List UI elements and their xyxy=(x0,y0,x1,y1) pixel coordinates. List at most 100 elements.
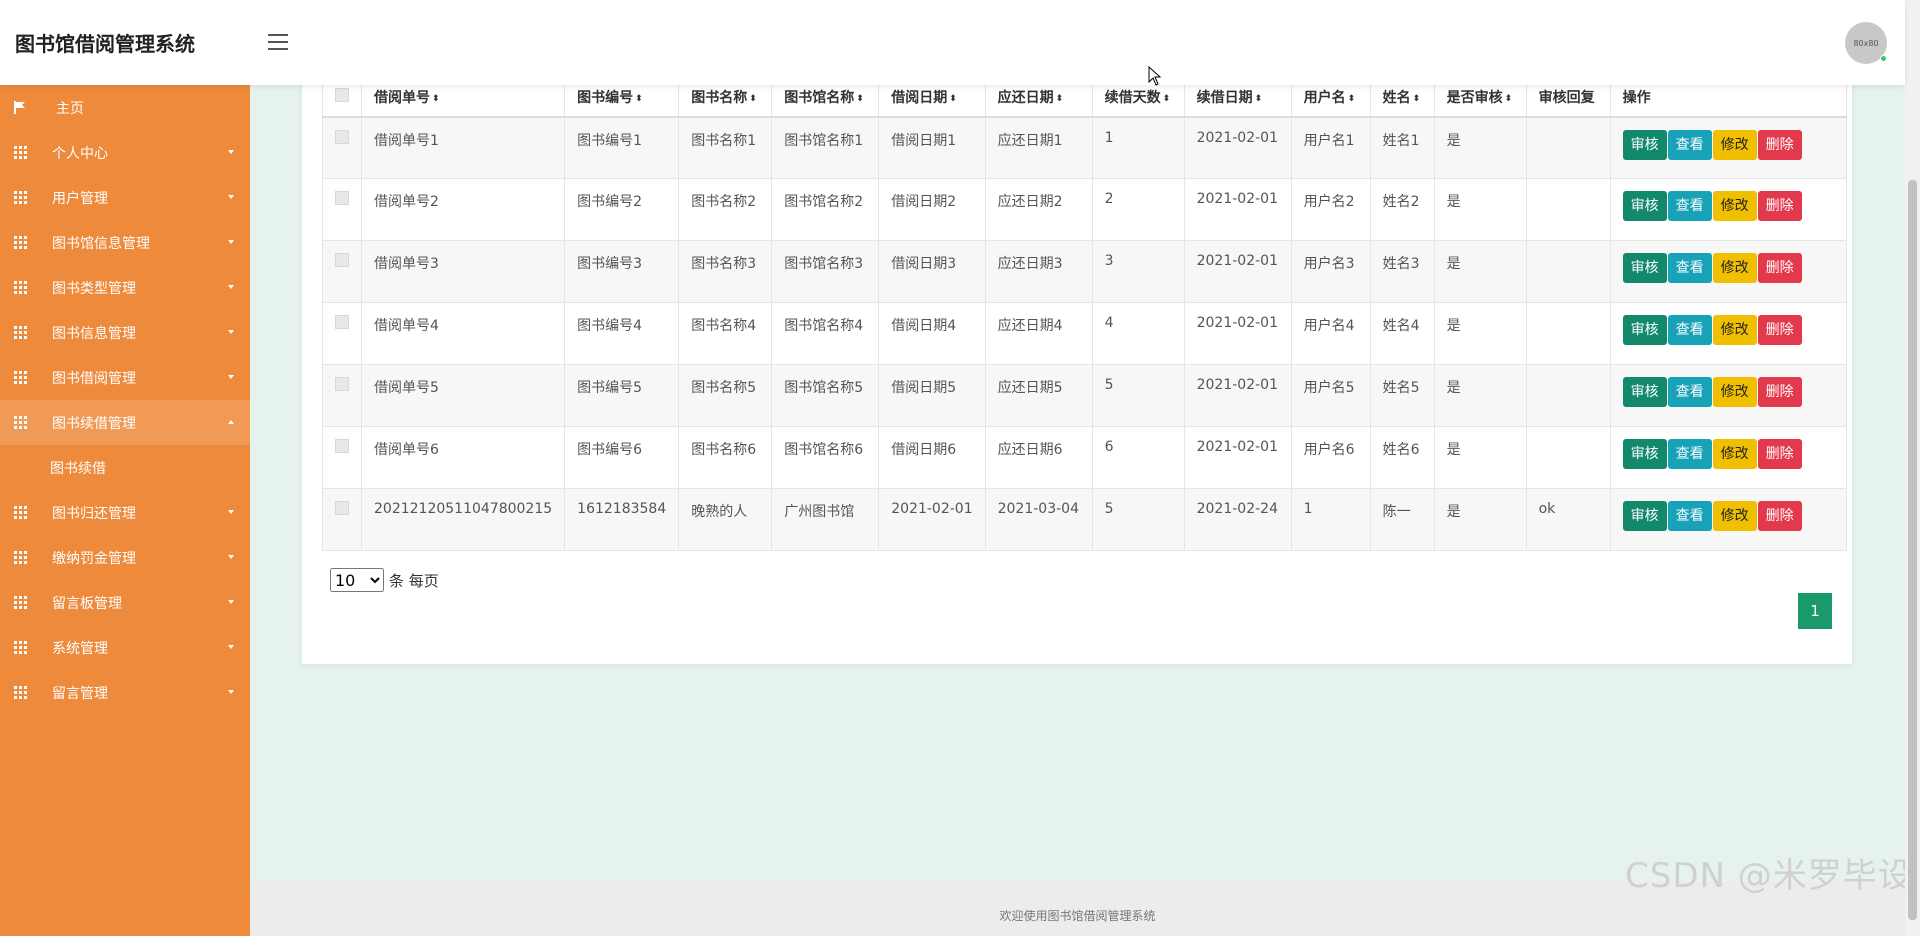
sort-icon[interactable]: ⬍ xyxy=(432,94,440,104)
audit-button[interactable]: 审核 xyxy=(1622,191,1667,221)
row-checkbox[interactable] xyxy=(335,501,349,515)
sidebar-item-11[interactable]: 系统管理 xyxy=(0,625,250,670)
chevron-down-icon xyxy=(228,510,234,514)
chevron-down-icon xyxy=(228,330,234,334)
sort-icon[interactable]: ⬍ xyxy=(1413,94,1421,104)
edit-button[interactable]: 修改 xyxy=(1712,377,1757,407)
row-actions: 审核 查看 修改 删除 xyxy=(1609,178,1847,241)
sort-icon[interactable]: ⬍ xyxy=(1163,94,1171,104)
row-select-cell[interactable] xyxy=(322,488,362,551)
table-cell: 2021-02-01 xyxy=(1183,364,1292,427)
sort-icon[interactable]: ⬍ xyxy=(856,94,864,104)
flag-icon xyxy=(14,101,25,114)
view-button[interactable]: 查看 xyxy=(1667,191,1712,221)
table-cell: 2021-02-01 xyxy=(1183,178,1292,241)
delete-button[interactable]: 删除 xyxy=(1757,129,1802,160)
row-select-cell[interactable] xyxy=(322,302,362,365)
column-header-label: 用户名 xyxy=(1303,90,1346,107)
row-checkbox[interactable] xyxy=(335,439,349,453)
sidebar-item-2[interactable]: 用户管理 xyxy=(0,175,250,220)
audit-button[interactable]: 审核 xyxy=(1622,253,1667,283)
row-checkbox[interactable] xyxy=(335,191,349,205)
table-cell: 用户名6 xyxy=(1290,426,1371,489)
audit-button[interactable]: 审核 xyxy=(1622,315,1667,345)
edit-button[interactable]: 修改 xyxy=(1712,129,1757,160)
watermark: CSDN @米罗毕设 xyxy=(1625,856,1913,896)
sort-icon[interactable]: ⬍ xyxy=(749,94,757,104)
sidebar-item-4[interactable]: 图书类型管理 xyxy=(0,265,250,310)
view-button[interactable]: 查看 xyxy=(1667,129,1712,160)
sidebar-item-1[interactable]: 个人中心 xyxy=(0,130,250,175)
table-cell xyxy=(1525,364,1611,427)
table-cell: 2021-02-01 xyxy=(1183,302,1292,365)
delete-button[interactable]: 删除 xyxy=(1757,253,1802,283)
view-button[interactable]: 查看 xyxy=(1667,253,1712,283)
delete-button[interactable]: 删除 xyxy=(1757,501,1802,531)
audit-button[interactable]: 审核 xyxy=(1622,439,1667,469)
sort-icon[interactable]: ⬍ xyxy=(635,94,643,104)
delete-button[interactable]: 删除 xyxy=(1757,439,1802,469)
row-checkbox[interactable] xyxy=(335,315,349,329)
grid-icon xyxy=(14,416,27,429)
edit-button[interactable]: 修改 xyxy=(1712,439,1757,469)
sidebar-item-7[interactable]: 图书续借管理 xyxy=(0,400,250,445)
sort-icon[interactable]: ⬍ xyxy=(1348,94,1356,104)
row-select-cell[interactable] xyxy=(322,178,362,241)
table-cell: 应还日期3 xyxy=(984,240,1093,303)
audit-button[interactable]: 审核 xyxy=(1622,129,1667,160)
row-checkbox[interactable] xyxy=(335,129,349,144)
sidebar-item-8[interactable]: 图书归还管理 xyxy=(0,490,250,535)
view-button[interactable]: 查看 xyxy=(1667,377,1712,407)
sidebar-item-12[interactable]: 留言管理 xyxy=(0,670,250,715)
page-button-current[interactable]: 1 xyxy=(1798,593,1832,629)
sort-icon[interactable]: ⬍ xyxy=(1505,94,1513,104)
table-cell: 用户名1 xyxy=(1290,116,1371,179)
audit-button[interactable]: 审核 xyxy=(1622,501,1667,531)
row-checkbox[interactable] xyxy=(335,377,349,391)
view-button[interactable]: 查看 xyxy=(1667,501,1712,531)
menu-toggle-icon[interactable] xyxy=(268,34,288,50)
chevron-down-icon xyxy=(228,645,234,649)
delete-button[interactable]: 删除 xyxy=(1757,377,1802,407)
edit-button[interactable]: 修改 xyxy=(1712,191,1757,221)
sidebar-item-6[interactable]: 图书借阅管理 xyxy=(0,355,250,400)
table-cell: 2 xyxy=(1091,178,1185,241)
column-header-label: 图书馆名称 xyxy=(784,90,855,107)
row-select-cell[interactable] xyxy=(322,426,362,489)
grid-icon xyxy=(14,281,27,294)
column-header-label: 借阅单号 xyxy=(374,90,430,107)
delete-button[interactable]: 删除 xyxy=(1757,315,1802,345)
table-cell: 借阅日期2 xyxy=(878,178,986,241)
sidebar-item-0[interactable]: 主页 xyxy=(0,85,250,130)
row-select-cell[interactable] xyxy=(322,116,362,179)
table-cell: 借阅日期4 xyxy=(878,302,986,365)
row-select-cell[interactable] xyxy=(322,240,362,303)
select-all-checkbox[interactable] xyxy=(335,88,349,103)
sidebar-item-3[interactable]: 图书馆信息管理 xyxy=(0,220,250,265)
table-cell: 图书编号6 xyxy=(564,426,680,489)
sort-icon[interactable]: ⬍ xyxy=(1255,94,1263,104)
table-cell xyxy=(1525,426,1611,489)
grid-icon xyxy=(14,641,27,654)
sidebar-subitem-renewal[interactable]: 图书续借 xyxy=(0,445,250,490)
view-button[interactable]: 查看 xyxy=(1667,315,1712,345)
sidebar: 主页 个人中心 用户管理 图书馆信息管理 图书类型管理 图书信息管理 图书借阅管理 图书续借管… xyxy=(0,85,250,936)
sort-icon[interactable]: ⬍ xyxy=(949,94,957,104)
table-cell: 应还日期2 xyxy=(984,178,1093,241)
edit-button[interactable]: 修改 xyxy=(1712,315,1757,345)
sidebar-item-10[interactable]: 留言板管理 xyxy=(0,580,250,625)
table-cell xyxy=(1525,178,1611,241)
sort-icon[interactable]: ⬍ xyxy=(1056,94,1064,104)
row-checkbox[interactable] xyxy=(335,253,349,267)
avatar[interactable]: 80x80 xyxy=(1845,22,1887,64)
delete-button[interactable]: 删除 xyxy=(1757,191,1802,221)
edit-button[interactable]: 修改 xyxy=(1712,501,1757,531)
page-size-select[interactable]: 10 xyxy=(330,568,384,592)
sidebar-item-5[interactable]: 图书信息管理 xyxy=(0,310,250,355)
scrollbar-thumb[interactable] xyxy=(1908,180,1917,920)
view-button[interactable]: 查看 xyxy=(1667,439,1712,469)
edit-button[interactable]: 修改 xyxy=(1712,253,1757,283)
sidebar-item-9[interactable]: 缴纳罚金管理 xyxy=(0,535,250,580)
row-select-cell[interactable] xyxy=(322,364,362,427)
audit-button[interactable]: 审核 xyxy=(1622,377,1667,407)
